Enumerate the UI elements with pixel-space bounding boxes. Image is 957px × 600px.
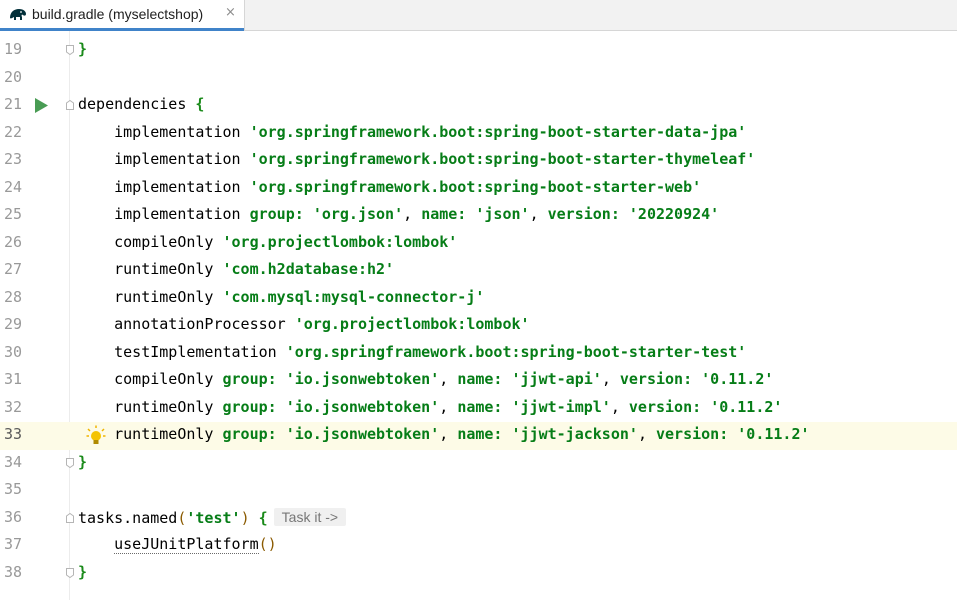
code-text: dependencies { xyxy=(78,95,205,113)
code-line[interactable]: 28 runtimeOnly 'com.mysql:mysql-connecto… xyxy=(0,285,957,313)
code-line[interactable]: 24 implementation 'org.springframework.b… xyxy=(0,175,957,203)
fold-start-icon[interactable] xyxy=(66,512,74,523)
code-text: runtimeOnly 'com.mysql:mysql-connector-j… xyxy=(114,287,485,306)
tab-build-gradle[interactable]: build.gradle (myselectshop) × xyxy=(0,0,245,31)
line-number: 33 xyxy=(4,425,23,443)
line-number: 28 xyxy=(4,287,23,306)
code-text: implementation group: 'org.json', name: … xyxy=(114,205,720,223)
fold-end-icon[interactable] xyxy=(66,45,74,55)
code-text: annotationProcessor 'org.projectlombok:l… xyxy=(114,315,530,333)
code-line[interactable]: 31 compileOnly group: 'io.jsonwebtoken',… xyxy=(0,367,957,395)
line-number: 22 xyxy=(4,122,23,141)
editor-tab-bar: build.gradle (myselectshop) × xyxy=(0,0,957,31)
line-number: 34 xyxy=(4,452,23,471)
line-number: 21 xyxy=(4,95,23,113)
line-number: 36 xyxy=(4,507,23,526)
code-text: compileOnly group: 'io.jsonwebtoken', na… xyxy=(114,370,774,388)
code-text: } xyxy=(78,40,88,58)
code-line[interactable]: 37 useJUnitPlatform() xyxy=(0,532,957,560)
run-gutter-icon[interactable] xyxy=(33,97,49,114)
code-line[interactable]: 36 tasks.named('test') {Task it -> xyxy=(0,505,957,533)
code-text: runtimeOnly group: 'io.jsonwebtoken', na… xyxy=(114,425,810,443)
code-text: implementation 'org.springframework.boot… xyxy=(114,150,756,168)
code-line[interactable]: 38 } xyxy=(0,560,957,588)
code-line-current[interactable]: 33 runtimeOnly group: 'io.jsonwebtoken',… xyxy=(0,422,957,450)
line-number: 30 xyxy=(4,342,23,361)
code-line[interactable]: 26 compileOnly 'org.projectlombok:lombok… xyxy=(0,230,957,258)
line-number: 26 xyxy=(4,232,23,251)
code-text: } xyxy=(78,452,88,471)
code-line[interactable]: 22 implementation 'org.springframework.b… xyxy=(0,120,957,148)
line-number: 35 xyxy=(4,480,23,498)
inlay-hint: Task it -> xyxy=(273,507,347,526)
code-text: runtimeOnly 'com.h2database:h2' xyxy=(114,260,395,278)
code-line[interactable]: 29 annotationProcessor 'org.projectlombo… xyxy=(0,312,957,340)
code-text: } xyxy=(78,562,88,581)
code-line[interactable]: 23 implementation 'org.springframework.b… xyxy=(0,147,957,175)
gradle-elephant-icon xyxy=(10,9,26,20)
tab-title: build.gradle (myselectshop) xyxy=(32,6,204,22)
code-text: tasks.named('test') {Task it -> xyxy=(78,507,347,527)
line-number: 32 xyxy=(4,397,23,416)
code-line[interactable]: 34 } xyxy=(0,450,957,478)
code-line[interactable]: 27 runtimeOnly 'com.h2database:h2' xyxy=(0,257,957,285)
fold-start-icon[interactable] xyxy=(66,100,74,110)
line-number: 23 xyxy=(4,150,23,168)
code-text: runtimeOnly group: 'io.jsonwebtoken', na… xyxy=(114,397,783,416)
code-line[interactable]: 32 runtimeOnly group: 'io.jsonwebtoken',… xyxy=(0,395,957,423)
code-text: implementation 'org.springframework.boot… xyxy=(114,122,747,141)
code-line[interactable]: 20 xyxy=(0,65,957,93)
fold-end-icon[interactable] xyxy=(66,567,74,578)
code-line[interactable]: 35 xyxy=(0,477,957,505)
code-text: useJUnitPlatform() xyxy=(114,535,277,554)
line-number: 19 xyxy=(4,40,23,58)
line-number: 29 xyxy=(4,315,23,333)
line-number: 27 xyxy=(4,260,23,278)
line-number: 37 xyxy=(4,535,23,553)
code-editor[interactable]: 19 } 20 21 dependencies { 22 implementat… xyxy=(0,31,957,600)
line-number: 25 xyxy=(4,205,23,223)
code-line[interactable]: 25 implementation group: 'org.json', nam… xyxy=(0,202,957,230)
close-icon[interactable]: × xyxy=(225,5,236,20)
fold-end-icon[interactable] xyxy=(66,457,74,468)
line-number: 38 xyxy=(4,562,23,581)
code-text: compileOnly 'org.projectlombok:lombok' xyxy=(114,232,458,251)
line-number: 24 xyxy=(4,177,23,196)
code-text: implementation 'org.springframework.boot… xyxy=(114,177,702,196)
line-number: 31 xyxy=(4,370,23,388)
line-number: 20 xyxy=(4,67,23,86)
code-line[interactable]: 21 dependencies { xyxy=(0,92,957,120)
code-line[interactable]: 30 testImplementation 'org.springframewo… xyxy=(0,340,957,368)
code-line[interactable]: 19 } xyxy=(0,37,957,65)
code-text: testImplementation 'org.springframework.… xyxy=(114,342,747,361)
